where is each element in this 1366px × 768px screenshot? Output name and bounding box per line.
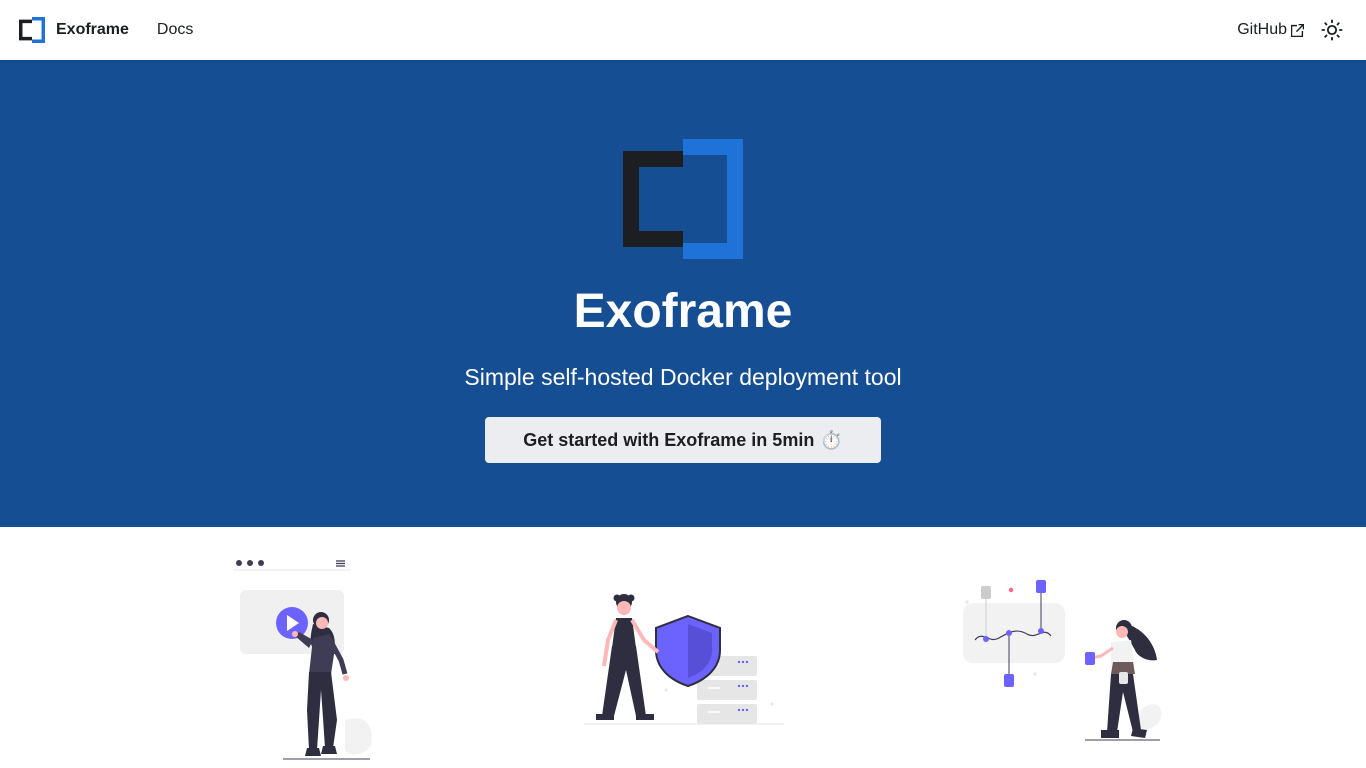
security-shield-illustration xyxy=(584,594,784,725)
hero-banner: Exoframe Simple self-hosted Docker deplo… xyxy=(0,60,1366,527)
get-started-button[interactable]: Get started with Exoframe in 5min ⏱️ xyxy=(485,417,881,463)
exoframe-logo-icon xyxy=(19,17,45,43)
brand-link[interactable]: Exoframe xyxy=(19,17,129,43)
get-started-label: Get started with Exoframe in 5min xyxy=(523,429,815,450)
data-analytics-illustration xyxy=(963,580,1162,741)
hero-tagline: Simple self-hosted Docker deployment too… xyxy=(464,364,902,390)
github-link[interactable]: GitHub xyxy=(1237,21,1304,39)
stopwatch-icon: ⏱️ xyxy=(820,429,843,450)
nav-link-docs[interactable]: Docs xyxy=(157,21,193,39)
brand-title: Exoframe xyxy=(56,21,129,38)
video-player-illustration xyxy=(233,560,372,760)
navbar: Exoframe Docs GitHub xyxy=(0,0,1366,60)
navbar-right: GitHub xyxy=(1237,18,1344,42)
hero-title: Exoframe xyxy=(573,285,793,338)
exoframe-hero-logo-icon xyxy=(623,139,743,259)
external-link-icon xyxy=(1291,23,1304,37)
theme-toggle-button[interactable] xyxy=(1320,18,1344,42)
sun-icon xyxy=(1321,19,1343,41)
github-label: GitHub xyxy=(1237,21,1287,38)
